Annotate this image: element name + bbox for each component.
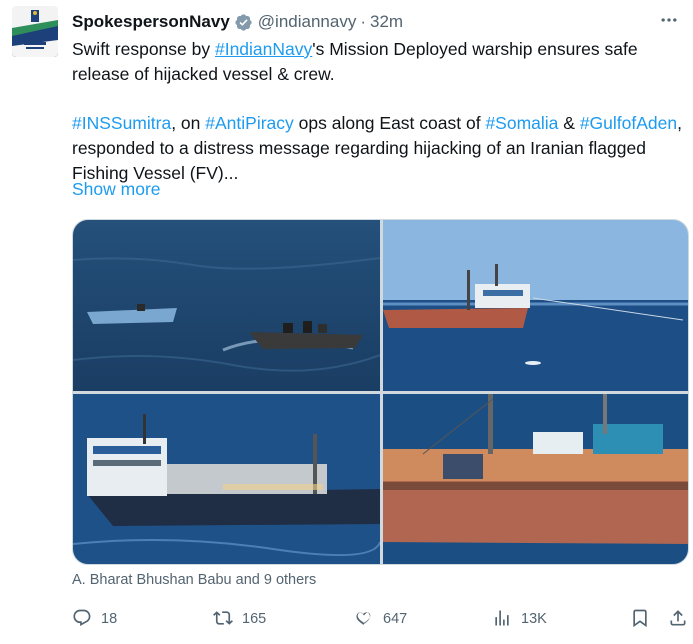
text-segment: & (558, 113, 580, 133)
text-segment: Swift response by (72, 39, 215, 59)
photo-fishing-vessel-distance[interactable] (383, 220, 688, 391)
user-handle[interactable]: @indiannavy (258, 12, 357, 32)
share-icon (668, 608, 690, 630)
hashtag-inssumitra[interactable]: #INSSumitra (72, 113, 171, 133)
tweet-header: SpokespersonNavy @indiannavy · 32m (72, 9, 673, 35)
hashtag-antipiracy[interactable]: #AntiPiracy (205, 113, 294, 133)
avatar[interactable] (12, 6, 58, 57)
like-icon (354, 608, 376, 630)
text-segment: ops along East coast of (293, 113, 486, 133)
display-name[interactable]: SpokespersonNavy (72, 12, 230, 32)
timestamp[interactable]: 32m (370, 12, 403, 32)
verified-badge-icon[interactable] (234, 13, 253, 32)
tagged-people[interactable]: A. Bharat Bhushan Babu and 9 others (72, 572, 316, 588)
bookmark-icon (630, 608, 652, 630)
reply-icon (72, 608, 94, 630)
repost-icon (213, 608, 235, 630)
hashtag-gulfofaden[interactable]: #GulfofAden (580, 113, 677, 133)
share-button[interactable] (668, 606, 693, 632)
tweet-text: Swift response by #IndianNavy's Mission … (72, 37, 682, 186)
photo-fishing-vessel-closeup[interactable] (383, 394, 688, 564)
hashtag-somalia[interactable]: #Somalia (485, 113, 558, 133)
views-icon (492, 608, 514, 630)
reply-count: 18 (101, 611, 118, 627)
photo-fishing-vessel-side[interactable] (73, 394, 380, 564)
hashtag-indiannavy[interactable]: #IndianNavy (215, 39, 312, 59)
separator-dot: · (360, 12, 367, 31)
text-segment: , on (171, 113, 206, 133)
like-button[interactable]: 647 (354, 606, 407, 632)
bookmark-button[interactable] (630, 606, 659, 632)
views-button[interactable]: 13K (492, 606, 547, 632)
repost-button[interactable]: 165 (213, 606, 266, 632)
photo-boats-on-sea[interactable] (73, 220, 380, 391)
repost-count: 165 (242, 611, 267, 627)
show-more-link[interactable]: Show more (72, 179, 161, 200)
more-options-icon[interactable] (659, 10, 679, 35)
views-count: 13K (521, 611, 547, 627)
tweet-paragraph-1: Swift response by #IndianNavy's Mission … (72, 37, 682, 87)
media-grid (72, 219, 689, 565)
action-bar: 18 165 647 13K (72, 606, 692, 632)
tweet-paragraph-2: #INSSumitra, on #AntiPiracy ops along Ea… (72, 111, 682, 186)
like-count: 647 (383, 611, 408, 627)
reply-button[interactable]: 18 (72, 606, 117, 632)
